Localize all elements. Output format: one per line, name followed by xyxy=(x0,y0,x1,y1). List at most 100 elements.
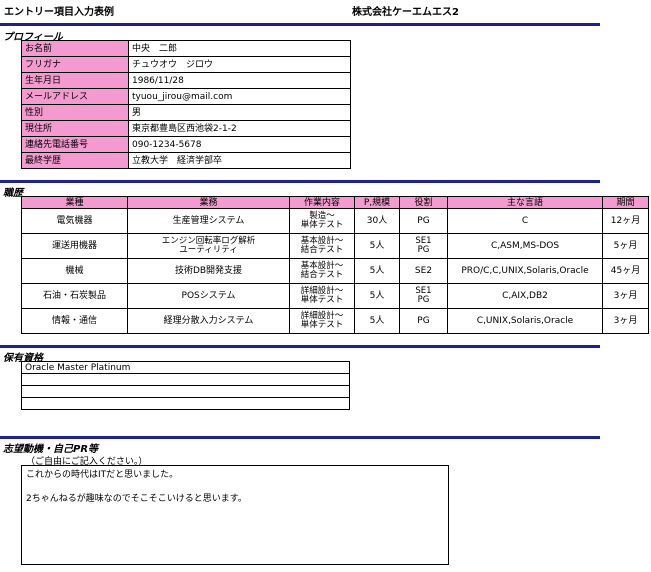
profile-value[interactable]: 東京都豊島区西池袋2-1-2 xyxy=(128,120,351,137)
career-period[interactable]: 5ヶ月 xyxy=(602,233,649,259)
qualification-row xyxy=(21,385,350,398)
profile-row: 連絡先電話番号 090-1234-5678 xyxy=(21,136,351,153)
profile-label: 性別 xyxy=(21,104,129,121)
career-work[interactable]: 製造～ 単体テスト xyxy=(289,208,355,234)
profile-value[interactable]: tyuou_jirou@mail.com xyxy=(128,88,351,105)
career-industry[interactable]: 機械 xyxy=(21,258,128,284)
career-language[interactable]: C,ASM,MS-DOS xyxy=(447,233,603,259)
section-rule xyxy=(0,345,600,348)
career-period-text: 5ヶ月 xyxy=(613,241,638,251)
career-scale[interactable]: 5人 xyxy=(354,283,400,309)
career-task-text: 経理分散入力システム xyxy=(163,316,254,326)
career-role[interactable]: SE2 xyxy=(399,258,448,284)
profile-value[interactable]: チュウオウ ジロウ xyxy=(128,56,351,73)
profile-value[interactable]: 中央 二郎 xyxy=(128,40,351,57)
section-rule xyxy=(0,23,600,26)
qualification-cell[interactable] xyxy=(21,385,350,398)
header-language: 主な言語 xyxy=(447,196,603,209)
profile-row: 現住所 東京都豊島区西池袋2-1-2 xyxy=(21,120,351,137)
career-industry-text: 運送用機器 xyxy=(51,241,97,251)
career-industry[interactable]: 石油・石炭製品 xyxy=(21,283,128,309)
career-language[interactable]: PRO/C,C,UNIX,Solaris,Oracle xyxy=(447,258,603,284)
profile-label: 生年月日 xyxy=(21,72,129,89)
career-work[interactable]: 基本設計～ 結合テスト xyxy=(289,233,355,259)
career-period[interactable]: 45ヶ月 xyxy=(602,258,649,284)
qualifications-table: Oracle Master Platinum xyxy=(21,361,350,410)
career-language-text: C,UNIX,Solaris,Oracle xyxy=(476,316,574,326)
career-industry[interactable]: 運送用機器 xyxy=(21,233,128,259)
career-period-text: 45ヶ月 xyxy=(610,266,641,276)
career-language[interactable]: C,UNIX,Solaris,Oracle xyxy=(447,308,603,334)
career-task-text: 技術DB開発支援 xyxy=(174,266,243,276)
career-task[interactable]: 生産管理システム xyxy=(127,208,290,234)
profile-label: お名前 xyxy=(21,40,129,57)
career-work-text: 単体テスト xyxy=(300,320,344,330)
header-role: 役割 xyxy=(399,196,448,209)
career-role[interactable]: PG xyxy=(399,208,448,234)
profile-row: 最終学歴 立教大学 経済学部卒 xyxy=(21,152,351,169)
career-work-text: 結合テスト xyxy=(300,270,344,280)
career-scale[interactable]: 5人 xyxy=(354,258,400,284)
career-task[interactable]: POSシステム xyxy=(127,283,290,309)
career-work[interactable]: 基本設計～ 結合テスト xyxy=(289,258,355,284)
career-row: 石油・石炭製品 POSシステム 詳細設計～ 単体テスト 5人 SE1 PG C,AIX,DB2… xyxy=(21,283,649,309)
career-scale[interactable]: 5人 xyxy=(354,308,400,334)
career-role[interactable]: SE1 PG xyxy=(399,233,448,259)
career-period-text: 3ヶ月 xyxy=(613,291,638,301)
career-period[interactable]: 3ヶ月 xyxy=(602,283,649,309)
career-header-row: 業種 業務 作業内容 P,規模 役割 主な言語 期間 xyxy=(21,196,649,209)
career-industry[interactable]: 情報・通信 xyxy=(21,308,128,334)
career-role-text: PG xyxy=(417,245,430,255)
motivation-section-title: 志望動機・自己PR等 xyxy=(3,444,99,455)
header-industry: 業種 xyxy=(21,196,128,209)
career-task[interactable]: 経理分散入力システム xyxy=(127,308,290,334)
qualification-cell[interactable] xyxy=(21,373,350,386)
career-task-text: 生産管理システム xyxy=(172,216,245,226)
career-task-text: ユーティリティ xyxy=(179,245,238,255)
profile-table: お名前 中央 二郎 フリガナ チュウオウ ジロウ 生年月日 1986/11/28 メールアド… xyxy=(21,40,351,169)
career-role-text: PG xyxy=(417,316,430,326)
qualification-cell[interactable] xyxy=(21,397,350,410)
profile-value[interactable]: 立教大学 経済学部卒 xyxy=(128,152,351,169)
career-section-title: 職歴 xyxy=(3,188,23,199)
career-industry-text: 石油・石炭製品 xyxy=(42,291,106,301)
career-language[interactable]: C xyxy=(447,208,603,234)
career-industry-text: 機械 xyxy=(65,266,84,276)
qualification-row xyxy=(21,373,350,386)
profile-value[interactable]: 1986/11/28 xyxy=(128,72,351,89)
qualification-cell[interactable]: Oracle Master Platinum xyxy=(21,361,350,374)
career-role[interactable]: PG xyxy=(399,308,448,334)
form-title: エントリー項目入力表例 xyxy=(4,7,114,18)
career-scale[interactable]: 5人 xyxy=(354,233,400,259)
career-work-text: 単体テスト xyxy=(300,220,344,230)
profile-value[interactable]: 090-1234-5678 xyxy=(128,136,351,153)
career-task-text: POSシステム xyxy=(181,291,236,301)
career-industry[interactable]: 電気機器 xyxy=(21,208,128,234)
motivation-line-1: これからの時代はITだと思いました。 xyxy=(26,470,179,480)
career-language-text: C,AIX,DB2 xyxy=(502,291,548,301)
career-language-text: PRO/C,C,UNIX,Solaris,Oracle xyxy=(461,266,589,276)
career-language[interactable]: C,AIX,DB2 xyxy=(447,283,603,309)
motivation-textbox[interactable]: これからの時代はITだと思いました。 2ちゃんねるが趣味なのでそこそこいけると思… xyxy=(21,465,449,565)
profile-row: 性別男 xyxy=(21,104,351,121)
career-task[interactable]: エンジン回転率ログ解析 ユーティリティ xyxy=(127,233,290,259)
career-role[interactable]: SE1 PG xyxy=(399,283,448,309)
career-task[interactable]: 技術DB開発支援 xyxy=(127,258,290,284)
career-industry-text: 情報・通信 xyxy=(51,316,97,326)
career-work[interactable]: 詳細設計～ 単体テスト xyxy=(289,308,355,334)
career-period-text: 3ヶ月 xyxy=(613,316,638,326)
career-scale[interactable]: 30人 xyxy=(354,208,400,234)
career-work[interactable]: 詳細設計～ 単体テスト xyxy=(289,283,355,309)
profile-label: メールアドレス xyxy=(21,88,129,105)
profile-label: 現住所 xyxy=(21,120,129,137)
career-period[interactable]: 12ヶ月 xyxy=(602,208,649,234)
career-period[interactable]: 3ヶ月 xyxy=(602,308,649,334)
career-scale-text: 5人 xyxy=(369,266,385,276)
career-scale-text: 5人 xyxy=(369,241,385,251)
career-language-text: C xyxy=(521,216,529,226)
career-scale-text: 30人 xyxy=(366,216,388,226)
career-scale-text: 5人 xyxy=(369,291,385,301)
qualification-row: Oracle Master Platinum xyxy=(21,361,350,374)
profile-value[interactable]: 男 xyxy=(128,104,351,121)
profile-label: 連絡先電話番号 xyxy=(21,136,129,153)
